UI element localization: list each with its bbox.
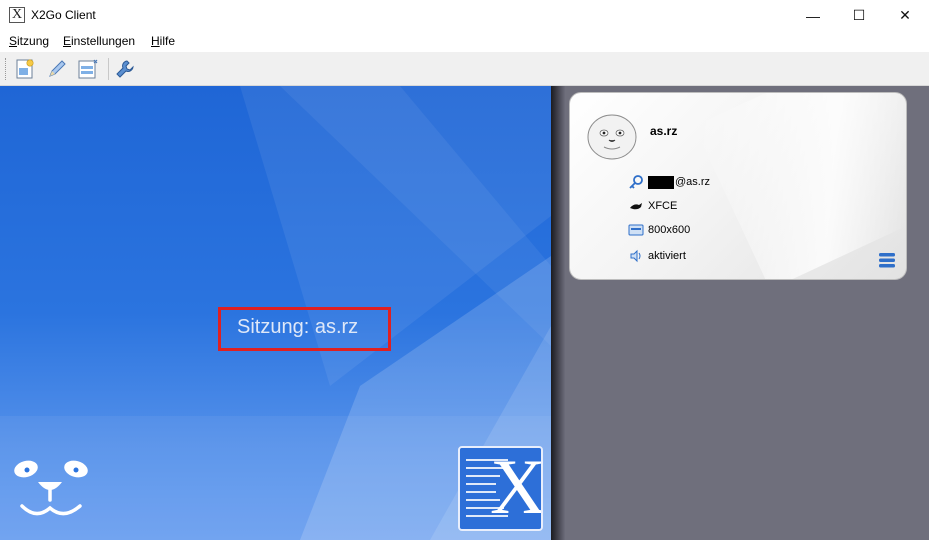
menu-hilfe[interactable]: Hilfe bbox=[151, 34, 175, 48]
close-icon: ✕ bbox=[899, 7, 911, 23]
login-row: @as.rz bbox=[628, 173, 710, 191]
preferences-button[interactable] bbox=[113, 57, 137, 81]
menu-einstellungen-accel: E bbox=[63, 34, 72, 48]
menu-einstellungen-label: instellungen bbox=[71, 34, 136, 48]
session-list-pane: as.rz @as.rz XFCE 800x600 aktiviert bbox=[565, 86, 929, 540]
session-name: as.rz bbox=[650, 124, 678, 138]
speaker-icon bbox=[630, 249, 641, 263]
menu-sitzung-accel: S bbox=[9, 34, 18, 48]
sound-row: aktiviert bbox=[628, 247, 686, 265]
maximize-button[interactable]: ☐ bbox=[836, 0, 882, 31]
desktop-row: XFCE bbox=[628, 197, 677, 215]
x2go-logo: X bbox=[458, 446, 543, 531]
redacted-username bbox=[648, 175, 674, 189]
new-session-icon bbox=[16, 59, 34, 79]
seal-avatar-icon bbox=[587, 114, 637, 160]
menu-hilfe-accel: H bbox=[151, 34, 160, 48]
display-icon bbox=[628, 224, 644, 236]
menu-bar: Sitzung Einstellungen Hilfe bbox=[0, 31, 929, 52]
x2go-logo-letter: X bbox=[490, 446, 543, 530]
pane-splitter[interactable] bbox=[551, 86, 565, 540]
window-title: X2Go Client bbox=[31, 8, 96, 22]
resolution-row: 800x600 bbox=[628, 221, 690, 239]
desktop-type: XFCE bbox=[648, 200, 678, 212]
session-list-icon bbox=[78, 59, 98, 79]
xfce-mouse-icon bbox=[630, 203, 642, 210]
maximize-icon: ☐ bbox=[852, 7, 866, 23]
toolbar-separator bbox=[108, 58, 109, 80]
minimize-icon: — bbox=[806, 7, 820, 24]
seal-mascot-icon bbox=[14, 460, 88, 516]
minimize-button[interactable]: — bbox=[790, 0, 836, 31]
x2go-app-icon: X bbox=[9, 7, 25, 23]
resolution-value: 800x600 bbox=[648, 224, 691, 236]
key-icon bbox=[629, 175, 643, 189]
toolbar bbox=[0, 52, 929, 86]
settings-wrench-icon bbox=[116, 60, 134, 78]
session-card[interactable]: as.rz @as.rz XFCE 800x600 aktiviert bbox=[569, 92, 907, 280]
close-button[interactable]: ✕ bbox=[882, 0, 928, 31]
menu-hilfe-label: ilfe bbox=[159, 34, 176, 48]
login-host: @as.rz bbox=[675, 176, 711, 188]
menu-sitzung[interactable]: Sitzung bbox=[9, 34, 49, 48]
new-session-button[interactable] bbox=[13, 57, 37, 81]
highlight-box bbox=[218, 307, 391, 351]
menu-sitzung-label: itzung bbox=[17, 34, 50, 48]
edit-session-button[interactable] bbox=[45, 57, 69, 81]
title-bar: X X2Go Client — ☐ ✕ bbox=[0, 0, 929, 31]
session-list-button[interactable] bbox=[76, 57, 100, 81]
sound-status: aktiviert bbox=[648, 250, 686, 262]
menu-einstellungen[interactable]: Einstellungen bbox=[63, 34, 135, 48]
session-preview-pane: Sitzung: as.rz X bbox=[0, 86, 551, 540]
toolbar-grip[interactable] bbox=[5, 58, 8, 80]
session-menu-icon[interactable] bbox=[878, 251, 896, 269]
edit-session-icon bbox=[49, 60, 66, 77]
card-shine bbox=[694, 93, 906, 279]
